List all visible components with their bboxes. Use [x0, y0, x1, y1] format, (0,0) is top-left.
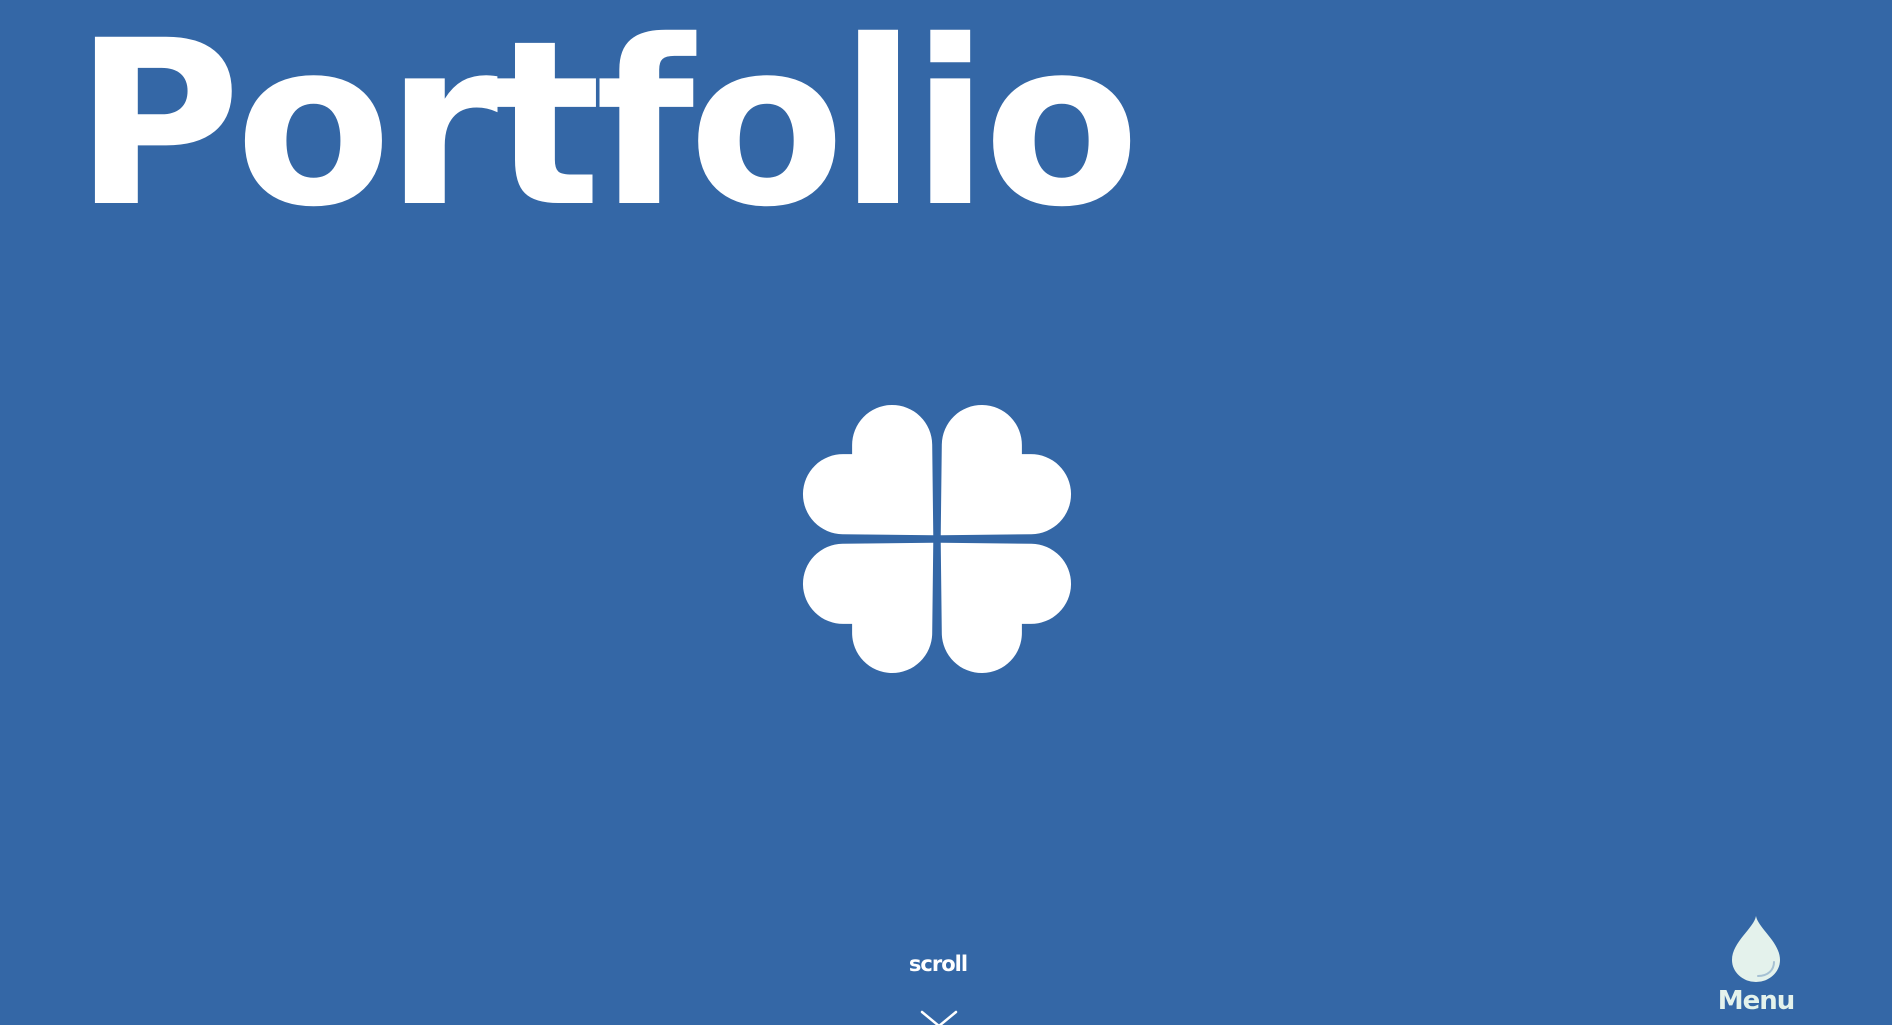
chevron-down-icon[interactable]: [920, 1010, 958, 1025]
portfolio-page: Portfolio scroll Menu: [0, 0, 1892, 1025]
page-title: Portfolio: [74, 0, 1140, 257]
scroll-label[interactable]: scroll: [898, 952, 978, 976]
clover-hearts-icon: [786, 388, 1088, 690]
water-drop-icon[interactable]: [1728, 914, 1784, 984]
menu-button[interactable]: Menu: [1710, 986, 1802, 1016]
